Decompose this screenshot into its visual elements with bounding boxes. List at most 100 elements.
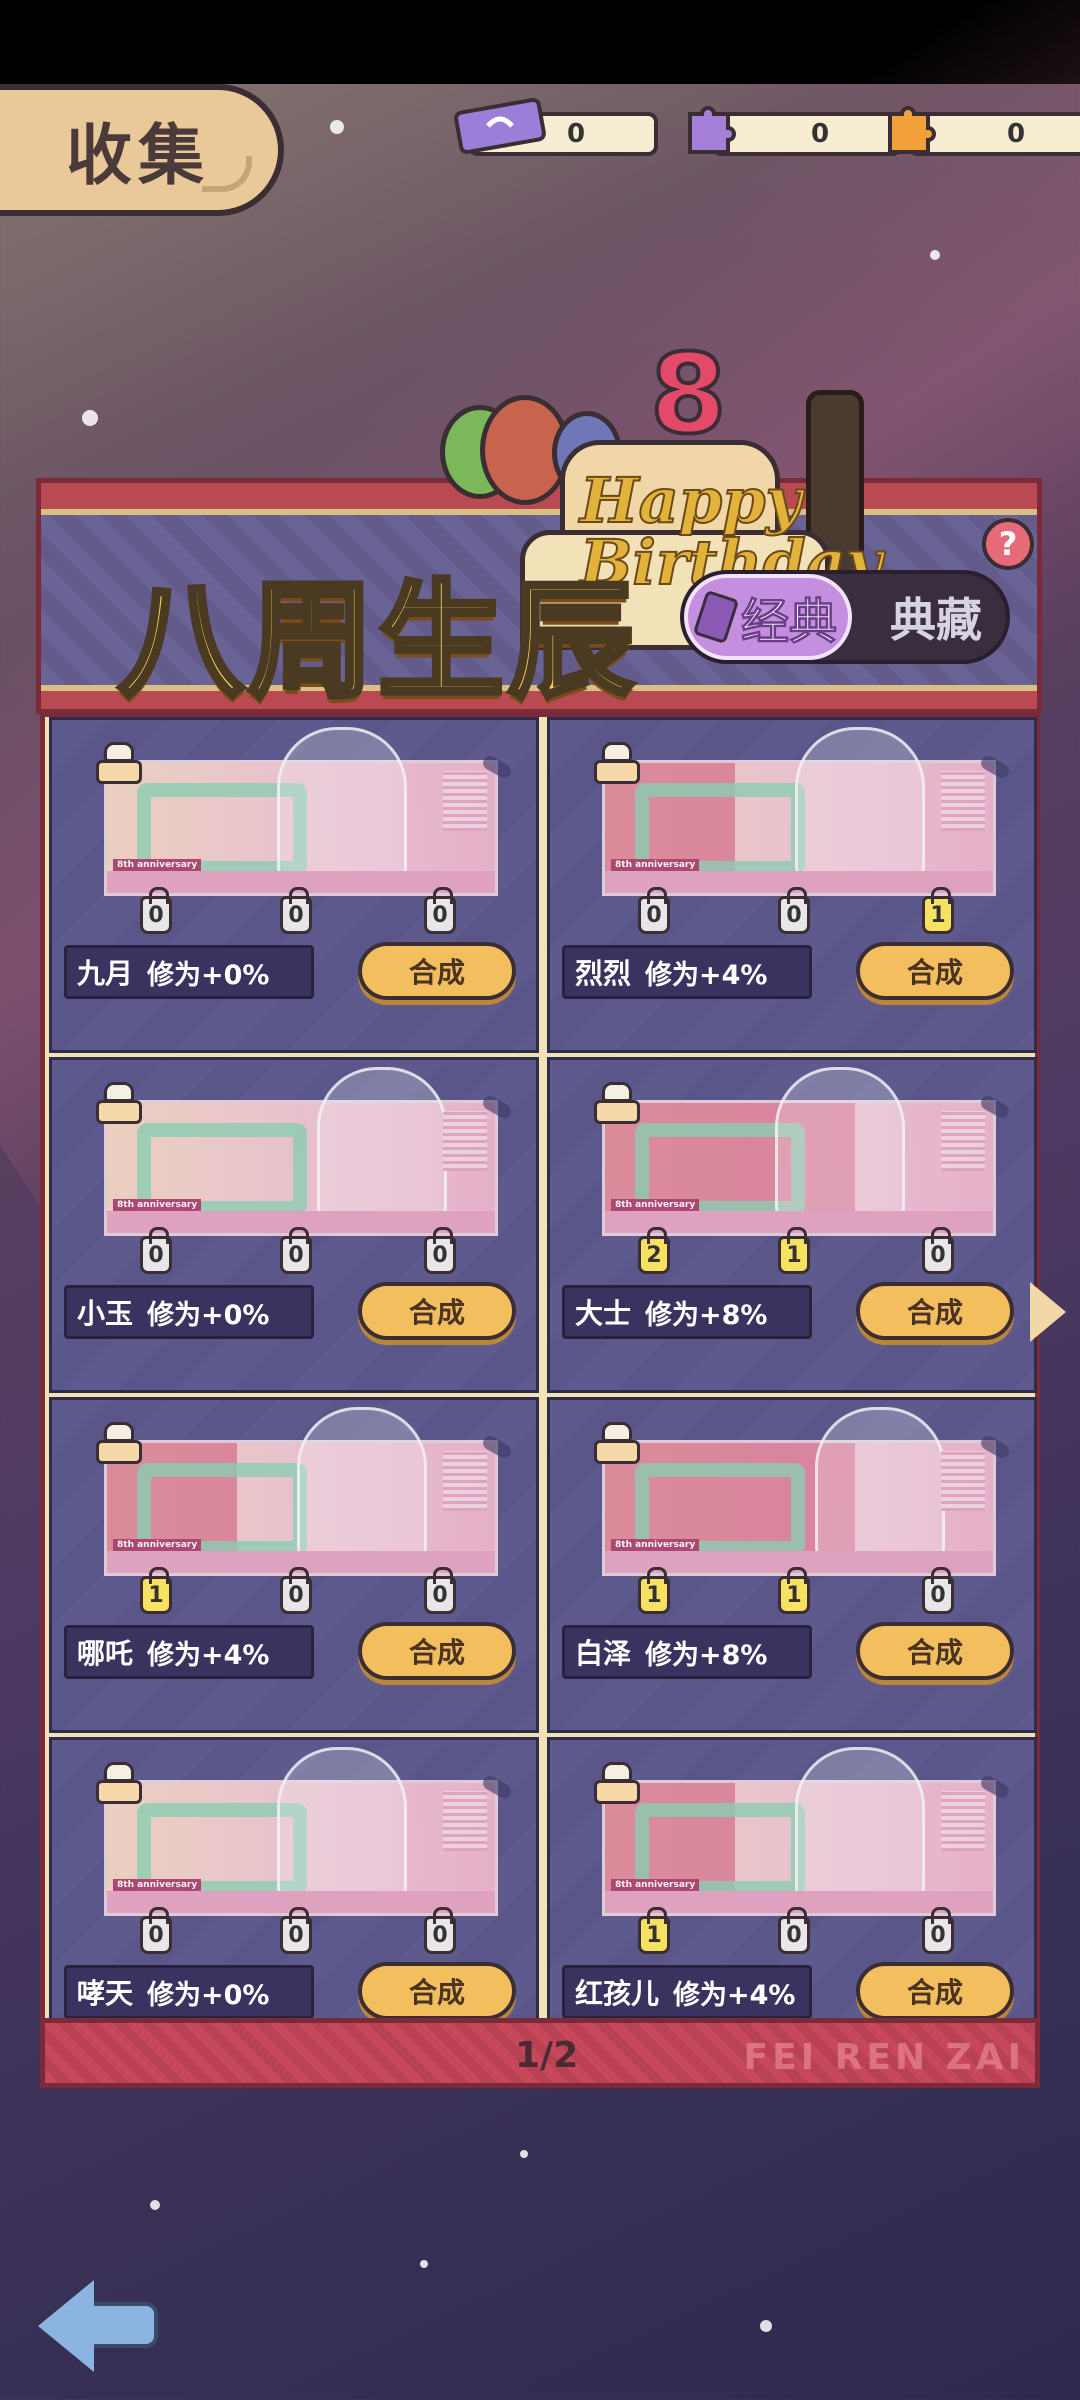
tag-icon — [692, 589, 740, 645]
craft-button[interactable]: 合成 — [358, 1622, 516, 1680]
fragment-count-tag: 0 — [638, 887, 670, 934]
craft-button[interactable]: 合成 — [358, 942, 516, 1000]
character-card[interactable]: 8th anniversary 1 1 0 白泽 修为+8% 合成 — [547, 1397, 1037, 1733]
background-star — [420, 2260, 428, 2268]
tab-collection-label: 典藏 — [890, 593, 982, 647]
character-ticket: 8th anniversary — [602, 1067, 996, 1236]
anniversary-label: 8th anniversary — [113, 1539, 202, 1551]
character-ticket: 8th anniversary — [602, 727, 996, 896]
character-ticket: 8th anniversary — [104, 1067, 498, 1236]
fragment-counts: 0 0 0 — [52, 1907, 536, 1960]
character-art — [795, 1747, 925, 1907]
character-name: 小玉 — [77, 1297, 134, 1330]
cake-number: 8 — [648, 328, 729, 460]
craft-button-label: 合成 — [906, 956, 963, 989]
fragment-count-tag: 1 — [778, 1567, 810, 1614]
help-button[interactable]: ? — [982, 518, 1034, 570]
cake-icon — [96, 1082, 144, 1124]
character-card[interactable]: 8th anniversary 1 0 0 哪吒 修为+4% 合成 — [49, 1397, 539, 1733]
character-ticket: 8th anniversary — [104, 1407, 498, 1576]
character-card[interactable]: 8th anniversary 2 1 0 大士 修为+8% 合成 — [547, 1057, 1037, 1393]
character-art — [277, 1747, 407, 1907]
craft-button[interactable]: 合成 — [358, 1962, 516, 2020]
cake-icon — [96, 1762, 144, 1804]
tab-classic-label: 经典 — [740, 594, 837, 651]
barcode — [941, 1791, 985, 1851]
character-name-box: 九月 修为+0% — [64, 945, 314, 999]
character-name: 哪吒 — [77, 1637, 134, 1670]
character-name-box: 白泽 修为+8% — [562, 1625, 812, 1679]
character-name-box: 哪吒 修为+4% — [64, 1625, 314, 1679]
purple-puzzle-currency-icon — [688, 106, 736, 154]
craft-button[interactable]: 合成 — [856, 942, 1014, 1000]
purple-puzzle-currency[interactable]: 0 — [712, 112, 902, 156]
fragment-count-tag: 1 — [140, 1567, 172, 1614]
fragment-count-tag: 0 — [922, 1227, 954, 1274]
back-arrow-shaft — [88, 2302, 158, 2348]
character-ticket: 8th anniversary — [104, 727, 498, 896]
craft-button[interactable]: 合成 — [358, 1282, 516, 1340]
character-name-box: 大士 修为+8% — [562, 1285, 812, 1339]
background-star — [520, 2150, 528, 2158]
craft-button[interactable]: 合成 — [856, 1622, 1014, 1680]
cultivation-bonus: 修为+8% — [645, 1639, 768, 1671]
character-name: 九月 — [77, 957, 134, 990]
question-icon: ? — [998, 525, 1018, 563]
watermark: FEI REN ZAI — [743, 2037, 1025, 2078]
character-name: 白泽 — [575, 1637, 632, 1670]
background-star — [930, 250, 940, 260]
craft-button-label: 合成 — [906, 1636, 963, 1669]
barcode — [941, 1111, 985, 1171]
fragment-counts: 0 0 1 — [550, 887, 1034, 940]
back-arrow-icon — [38, 2280, 94, 2372]
character-art — [775, 1067, 905, 1227]
character-ticket: 8th anniversary — [104, 1747, 498, 1916]
fragment-count-tag: 0 — [280, 1227, 312, 1274]
fragment-count-tag: 0 — [778, 887, 810, 934]
anniversary-label: 8th anniversary — [113, 859, 202, 871]
page-title: 收集 — [66, 117, 210, 194]
back-button[interactable] — [38, 2280, 158, 2372]
fragment-count-tag: 1 — [778, 1227, 810, 1274]
character-name-box: 小玉 修为+0% — [64, 1285, 314, 1339]
fragment-count-tag: 0 — [778, 1907, 810, 1954]
cake-icon — [594, 1082, 642, 1124]
tab-classic[interactable]: 经典 — [684, 574, 852, 660]
craft-button[interactable]: 合成 — [856, 1962, 1014, 2020]
character-art — [317, 1067, 447, 1227]
tab-collection[interactable]: 典藏 — [866, 574, 1006, 660]
barcode — [443, 1451, 487, 1511]
fragment-count-tag: 0 — [140, 1227, 172, 1274]
orange-puzzle-currency-value: 0 — [1006, 119, 1026, 149]
fragment-counts: 1 0 0 — [52, 1567, 536, 1620]
cake-icon — [594, 1422, 642, 1464]
character-name: 烈烈 — [575, 957, 632, 990]
cultivation-bonus: 修为+0% — [147, 1979, 270, 2011]
fragment-count-tag: 0 — [922, 1907, 954, 1954]
fragment-count-tag: 1 — [638, 1567, 670, 1614]
fragment-counts: 1 0 0 — [550, 1907, 1034, 1960]
next-page-arrow-icon[interactable] — [1030, 1282, 1066, 1342]
character-card[interactable]: 8th anniversary 0 0 0 九月 修为+0% 合成 — [49, 717, 539, 1053]
barcode — [941, 771, 985, 831]
character-ticket: 8th anniversary — [602, 1407, 996, 1576]
character-card[interactable]: 8th anniversary 0 0 1 烈烈 修为+4% 合成 — [547, 717, 1037, 1053]
edition-toggle[interactable]: 经典 典藏 — [680, 570, 1010, 664]
cultivation-bonus: 修为+0% — [147, 959, 270, 991]
fragment-count-tag: 2 — [638, 1227, 670, 1274]
character-name-box: 哮天 修为+0% — [64, 1965, 314, 2019]
character-card[interactable]: 8th anniversary 0 0 0 小玉 修为+0% 合成 — [49, 1057, 539, 1393]
character-name-box: 红孩儿 修为+4% — [562, 1965, 812, 2019]
ticket-currency-icon — [454, 97, 546, 155]
fragment-counts: 1 1 0 — [550, 1567, 1034, 1620]
fragment-count-tag: 0 — [922, 1567, 954, 1614]
background-star — [330, 120, 344, 134]
anniversary-label: 8th anniversary — [113, 1199, 202, 1211]
orange-puzzle-currency-icon — [888, 106, 936, 154]
anniversary-label: 8th anniversary — [611, 1879, 700, 1891]
fragment-count-tag: 0 — [140, 887, 172, 934]
event-title: 八周生辰 — [116, 566, 638, 718]
craft-button[interactable]: 合成 — [856, 1282, 1014, 1340]
cake-icon — [96, 742, 144, 784]
fragment-count-tag: 1 — [638, 1907, 670, 1954]
